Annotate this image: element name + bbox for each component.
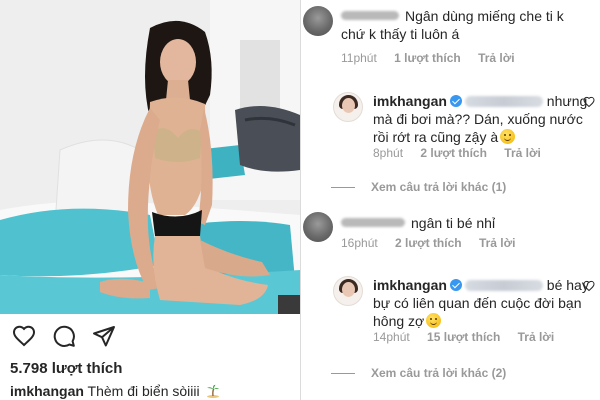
avatar[interactable] (303, 6, 333, 36)
verified-badge-icon (449, 95, 462, 107)
comment-item: Ngân dùng miếng che ti k chứ k thấy ti l… (301, 0, 600, 70)
reply-item: imkhangan bé hay bự có liên quan đến cuộ… (301, 268, 600, 350)
comments-panel: Ngân dùng miếng che ti k chứ k thấy ti l… (301, 0, 600, 400)
comment-item: ngân ti bé nhỉ 16phút 2 lượt thích Trả l… (301, 206, 600, 256)
thread-line (331, 187, 355, 188)
verified-badge-icon (449, 279, 462, 291)
comment-time[interactable]: 16phút (341, 236, 378, 250)
comment-text: ngân ti bé nhỉ (411, 215, 496, 231)
share-icon[interactable] (92, 324, 116, 348)
heart-icon[interactable] (12, 324, 36, 348)
view-more-replies: Xem câu trả lời khác (1) (331, 180, 506, 194)
comment-like-count[interactable]: 15 lượt thích (427, 330, 500, 344)
thread-line (331, 373, 355, 374)
mention-tag[interactable] (464, 280, 543, 291)
post-panel: 5.798 lượt thích imkhangan Thèm đi biển … (0, 0, 300, 400)
hidden-username[interactable] (341, 218, 405, 227)
comment-username[interactable]: imkhangan (373, 93, 447, 109)
view-more-replies-button[interactable]: Xem câu trả lời khác (2) (371, 366, 506, 380)
comment-body: ngân ti bé nhỉ (341, 214, 591, 232)
comment-meta: 14phút 15 lượt thích Trả lời (373, 330, 568, 344)
avatar[interactable] (333, 92, 363, 122)
post-photo[interactable] (0, 0, 300, 314)
avatar-face (342, 98, 355, 113)
comment-like-count[interactable]: 2 lượt thích (395, 236, 462, 250)
comment-like-count[interactable]: 1 lượt thích (394, 51, 461, 65)
comment-time[interactable]: 14phút (373, 330, 410, 344)
comment-like-count[interactable]: 2 lượt thích (420, 146, 487, 160)
smile-emoji (500, 129, 516, 144)
heart-icon[interactable] (583, 280, 595, 292)
comment-time[interactable]: 8phút (373, 146, 403, 160)
comment-meta: 8phút 2 lượt thích Trả lời (373, 146, 555, 160)
reply-button[interactable]: Trả lời (478, 51, 515, 65)
avatar[interactable] (303, 212, 333, 242)
avatar-face (342, 282, 355, 297)
comment-body: Ngân dùng miếng che ti k chứ k thấy ti l… (341, 7, 591, 43)
reply-item: imkhangan nhưng mà đi bơi mà?? Dán, xuốn… (301, 84, 600, 166)
palm-tree-emoji (206, 384, 219, 398)
view-more-replies-button[interactable]: Xem câu trả lời khác (1) (371, 180, 506, 194)
comment-body: imkhangan nhưng mà đi bơi mà?? Dán, xuốn… (373, 92, 593, 146)
comment-username[interactable]: imkhangan (373, 277, 447, 293)
caption-text: Thèm đi biển sòiiii (87, 383, 200, 399)
post-caption: imkhangan Thèm đi biển sòiiii (10, 383, 220, 399)
view-more-replies: Xem câu trả lời khác (2) (331, 366, 506, 380)
post-action-bar (0, 318, 300, 354)
caption-username[interactable]: imkhangan (10, 383, 84, 399)
reply-button[interactable]: Trả lời (479, 236, 516, 250)
hidden-username[interactable] (341, 11, 399, 20)
post-like-count[interactable]: 5.798 lượt thích (10, 360, 122, 377)
comment-meta: 16phút 2 lượt thích Trả lời (341, 236, 530, 250)
smile-emoji (426, 313, 442, 328)
reply-button[interactable]: Trả lời (504, 146, 541, 160)
avatar[interactable] (333, 276, 363, 306)
comment-meta: 11phút 1 lượt thích Trả lời (341, 51, 529, 65)
comment-icon[interactable] (52, 324, 76, 348)
comment-body: imkhangan bé hay bự có liên quan đến cuộ… (373, 276, 593, 330)
post-photo-illustration (0, 0, 300, 314)
comment-time[interactable]: 11phút (341, 51, 377, 65)
reply-button[interactable]: Trả lời (518, 330, 555, 344)
heart-icon[interactable] (583, 96, 595, 108)
mention-tag[interactable] (464, 96, 543, 107)
